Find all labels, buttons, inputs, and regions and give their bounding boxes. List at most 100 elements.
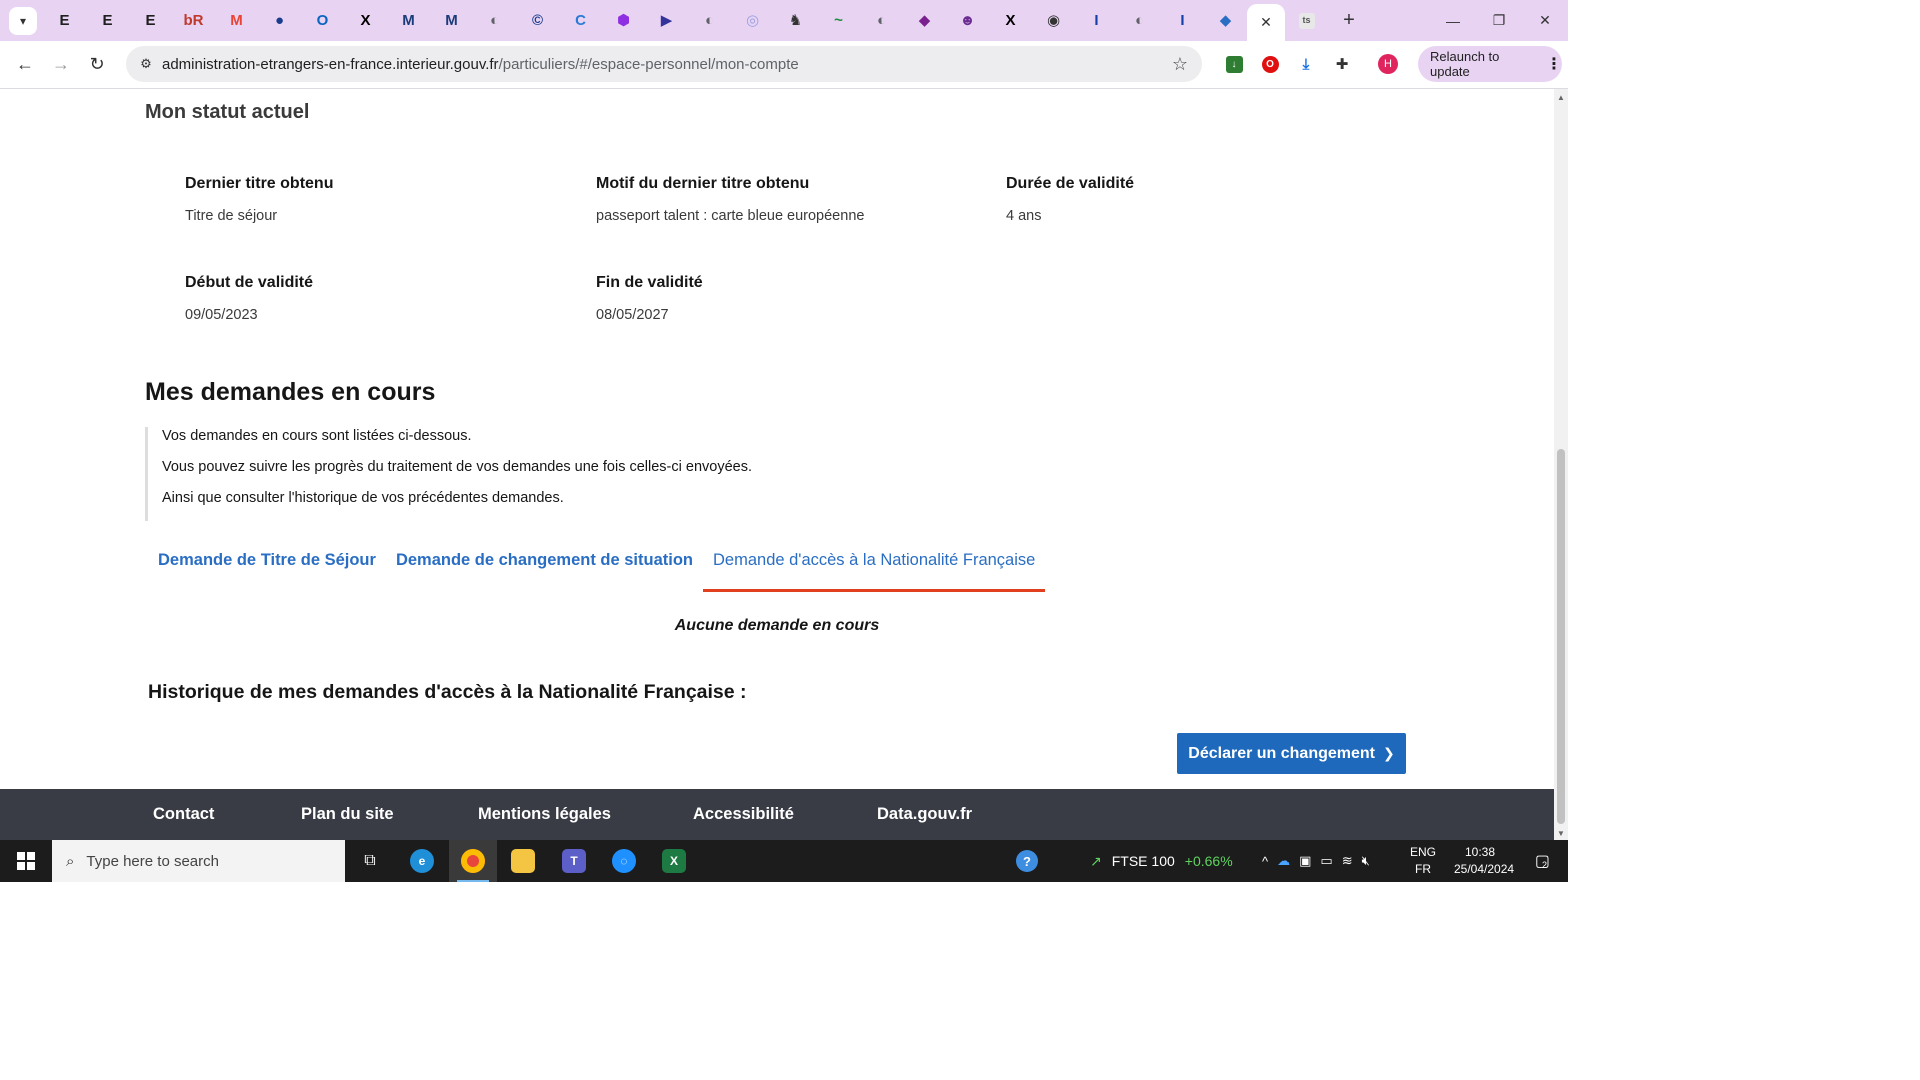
tab-globe-5[interactable]: ◐ — [1118, 0, 1161, 41]
tab-globe[interactable]: ● — [258, 0, 301, 41]
language-indicator[interactable]: ENG FR — [1409, 844, 1437, 878]
tab-x-1[interactable]: X — [344, 0, 387, 41]
tab-x-2[interactable]: X — [989, 0, 1032, 41]
chevron-up-icon[interactable]: ^ — [1262, 854, 1268, 869]
taskbar-excel[interactable]: X — [650, 840, 698, 882]
lang-top: ENG — [1409, 845, 1436, 859]
taskbar-chrome[interactable] — [449, 840, 497, 882]
lang-bottom: FR — [1415, 862, 1431, 876]
taskbar-teams[interactable]: T — [550, 840, 598, 882]
start-button[interactable] — [0, 840, 52, 882]
tab-globe-3[interactable]: ◐ — [688, 0, 731, 41]
tab-play[interactable]: ▶ — [645, 0, 688, 41]
url-text[interactable]: administration-etrangers-en-france.inter… — [162, 56, 799, 73]
footer-link-legal[interactable]: Mentions légales — [478, 805, 611, 824]
field-value: passeport talent : carte bleue européenn… — [596, 208, 865, 224]
profile-button[interactable]: H — [1370, 46, 1406, 82]
restore-button[interactable]: ❐ — [1476, 0, 1522, 41]
help-tray[interactable]: ? — [1016, 840, 1038, 882]
tab-gmail[interactable]: M — [215, 0, 258, 41]
tab-br[interactable]: bR — [172, 0, 215, 41]
extension-opera[interactable]: O — [1252, 46, 1288, 82]
task-view-button[interactable]: ⧉ — [346, 840, 394, 882]
taskbar-edge[interactable]: e — [398, 840, 446, 882]
tab-outlook[interactable]: O — [301, 0, 344, 41]
close-window-button[interactable]: ✕ — [1522, 0, 1568, 41]
minimize-button[interactable]: — — [1430, 0, 1476, 41]
folder-icon — [511, 849, 535, 873]
speaker-muted-icon[interactable]: 🔇︎ — [1362, 853, 1370, 869]
taskbar-file-explorer[interactable] — [499, 840, 547, 882]
tab-monster[interactable]: ☻ — [946, 0, 989, 41]
tab-wave[interactable]: ~ — [817, 0, 860, 41]
monitor-icon[interactable]: ▣ — [1299, 853, 1311, 869]
clock-date: 25/04/2024 — [1454, 862, 1515, 876]
scrollbar-thumb[interactable] — [1557, 449, 1565, 824]
taskbar-search[interactable]: ⌕ Type here to search — [52, 840, 345, 882]
site-settings-icon[interactable]: ⚙ — [130, 56, 162, 72]
tab-hex[interactable]: ⬢ — [602, 0, 645, 41]
back-button[interactable]: ← — [7, 47, 43, 83]
declare-change-button[interactable]: Déclarer un changement ❯ — [1177, 733, 1406, 774]
forward-button[interactable]: → — [43, 47, 79, 83]
tab-c-2[interactable]: C — [559, 0, 602, 41]
declare-change-label: Déclarer un changement — [1188, 744, 1375, 762]
tab-c[interactable]: © — [516, 0, 559, 41]
tab-m-1[interactable]: M — [387, 0, 430, 41]
windows-taskbar: ⌕ Type here to search ⧉ e T ◌ X ? ↗ FTSE… — [0, 840, 1568, 882]
page-viewport: Mon statut actuel Dernier titre obtenu T… — [0, 89, 1554, 840]
tab-e-3[interactable]: E — [129, 0, 172, 41]
info-line: Vous pouvez suivre les progrès du traite… — [162, 459, 752, 475]
battery-icon[interactable]: ▭ — [1320, 853, 1332, 869]
address-bar[interactable]: ⚙ administration-etrangers-en-france.int… — [126, 46, 1202, 82]
tab-titre-de-sejour[interactable]: Demande de Titre de Séjour — [148, 541, 386, 589]
tab-ring[interactable]: ◎ — [731, 0, 774, 41]
onedrive-icon[interactable]: ☁ — [1277, 853, 1290, 869]
tab-diamond[interactable]: ◆ — [1204, 0, 1247, 41]
tab-shield[interactable]: ◆ — [903, 0, 946, 41]
page-scrollbar[interactable]: ▲ ▼ — [1554, 89, 1568, 840]
tab-nationalite-francaise[interactable]: Demande d'accès à la Nationalité Françai… — [703, 541, 1046, 592]
menu-dots-icon[interactable]: ⋮ — [1546, 54, 1562, 74]
tab-globe-2[interactable]: ◐ — [473, 0, 516, 41]
downloads-button[interactable]: ⤓ — [1288, 46, 1324, 82]
tab-favicon: ◉ — [1046, 12, 1061, 29]
reload-button[interactable]: ↻ — [79, 47, 115, 83]
restore-icon: ❐ — [1492, 12, 1506, 28]
tab-e-1[interactable]: E — [43, 0, 86, 41]
footer-link-datagouv[interactable]: Data.gouv.fr — [877, 805, 972, 824]
notification-center-button[interactable]: ▢ 2 — [1526, 840, 1556, 882]
chevron-down-icon: ▾ — [19, 13, 27, 28]
wifi-icon[interactable]: ≋ — [1342, 853, 1353, 869]
taskbar-app-blue[interactable]: ◌ — [600, 840, 648, 882]
scroll-down-icon[interactable]: ▼ — [1557, 829, 1565, 838]
new-tab-button[interactable]: + — [1334, 9, 1364, 32]
tab-e-2[interactable]: E — [86, 0, 129, 41]
footer-link-contact[interactable]: Contact — [153, 805, 214, 824]
active-tab[interactable]: ✕ — [1247, 4, 1285, 41]
tab-search-button[interactable]: ▾ — [9, 6, 37, 35]
footer-link-accessibility[interactable]: Accessibilité — [693, 805, 794, 824]
field-value: 4 ans — [1006, 208, 1042, 224]
tab-circle[interactable]: ◉ — [1032, 0, 1075, 41]
close-tab-icon[interactable]: ✕ — [1260, 14, 1272, 31]
tab-knight[interactable]: ♞ — [774, 0, 817, 41]
tab-favicon: ◐ — [876, 12, 887, 29]
status-title: Mon statut actuel — [145, 101, 310, 123]
scroll-up-icon[interactable]: ▲ — [1557, 93, 1565, 102]
tab-ts[interactable]: ts — [1285, 0, 1328, 41]
footer-link-sitemap[interactable]: Plan du site — [301, 805, 394, 824]
tab-changement-de-situation[interactable]: Demande de changement de situation — [386, 541, 703, 589]
relaunch-button[interactable]: Relaunch to update ⋮ — [1418, 46, 1562, 82]
field-validity-start: Début de validité 09/05/2023 — [185, 274, 313, 323]
extension-download-manager[interactable]: ↓ — [1216, 46, 1252, 82]
stock-ticker-widget[interactable]: ↗ FTSE 100 +0.66% — [1090, 840, 1233, 882]
tab-m-2[interactable]: M — [430, 0, 473, 41]
bookmark-star-icon[interactable]: ☆ — [1172, 54, 1188, 75]
tab-globe-4[interactable]: ◐ — [860, 0, 903, 41]
tab-i-1[interactable]: I — [1075, 0, 1118, 41]
tab-favicon: ◐ — [1134, 12, 1145, 29]
taskbar-clock[interactable]: 10:38 25/04/2024 — [1454, 844, 1515, 878]
extensions-button[interactable]: ✚ — [1324, 46, 1360, 82]
tab-i-2[interactable]: I — [1161, 0, 1204, 41]
